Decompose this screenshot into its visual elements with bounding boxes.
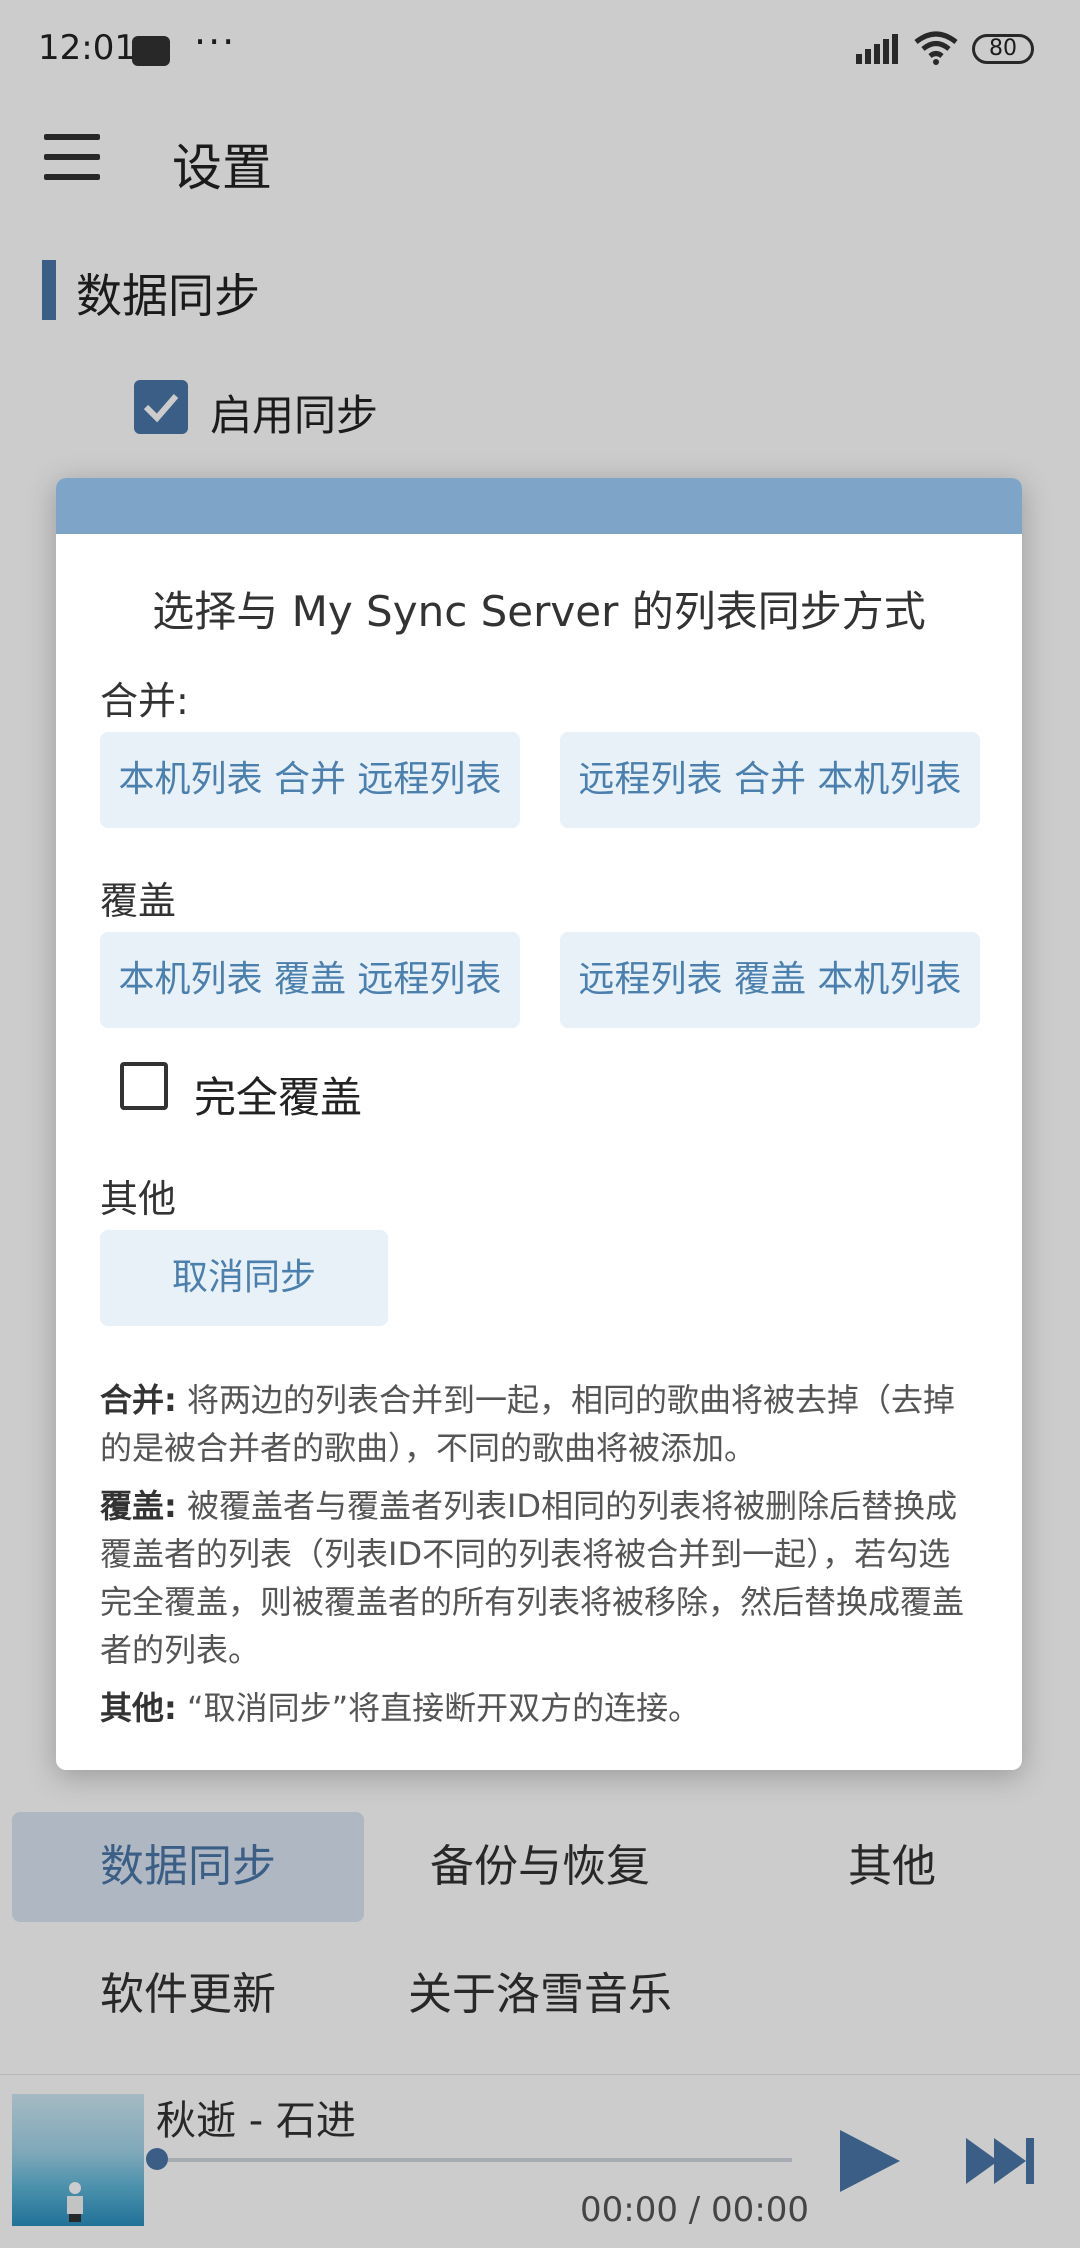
full-cover-checkbox[interactable] bbox=[120, 1062, 168, 1110]
cancel-sync-button[interactable]: 取消同步 bbox=[100, 1230, 388, 1326]
cover-term: 覆盖: bbox=[100, 1487, 177, 1525]
cover-label: 覆盖 bbox=[100, 879, 177, 923]
merge-description: 合并: 将两边的列表合并到一起，相同的歌曲将被去掉（去掉的是被合并者的歌曲），不… bbox=[100, 1376, 980, 1472]
dialog-title: 选择与 My Sync Server 的列表同步方式 bbox=[152, 587, 926, 636]
dialog-header bbox=[56, 478, 1022, 534]
merge-local-remote-button[interactable]: 本机列表 合并 远程列表 bbox=[100, 732, 520, 828]
merge-term: 合并: bbox=[100, 1381, 177, 1419]
merge-text: 将两边的列表合并到一起，相同的歌曲将被去掉（去掉的是被合并者的歌曲），不同的歌曲… bbox=[100, 1381, 955, 1467]
cover-text: 被覆盖者与覆盖者列表ID相同的列表将被删除后替换成覆盖者的列表（列表ID不同的列… bbox=[100, 1487, 965, 1669]
cover-description: 覆盖: 被覆盖者与覆盖者列表ID相同的列表将被删除后替换成覆盖者的列表（列表ID… bbox=[100, 1482, 980, 1674]
cover-local-remote-button[interactable]: 本机列表 覆盖 远程列表 bbox=[100, 932, 520, 1028]
merge-remote-local-button[interactable]: 远程列表 合并 本机列表 bbox=[560, 732, 980, 828]
other-description: 其他: “取消同步”将直接断开双方的连接。 bbox=[100, 1684, 980, 1732]
sync-mode-dialog: 选择与 My Sync Server 的列表同步方式 合并: 本机列表 合并 远… bbox=[56, 478, 1022, 1770]
merge-label: 合并: bbox=[100, 679, 189, 723]
other-label: 其他 bbox=[100, 1177, 177, 1221]
full-cover-label[interactable]: 完全覆盖 bbox=[194, 1064, 362, 1125]
other-text: “取消同步”将直接断开双方的连接。 bbox=[176, 1689, 701, 1727]
cover-remote-local-button[interactable]: 远程列表 覆盖 本机列表 bbox=[560, 932, 980, 1028]
other-term: 其他: bbox=[100, 1689, 177, 1727]
